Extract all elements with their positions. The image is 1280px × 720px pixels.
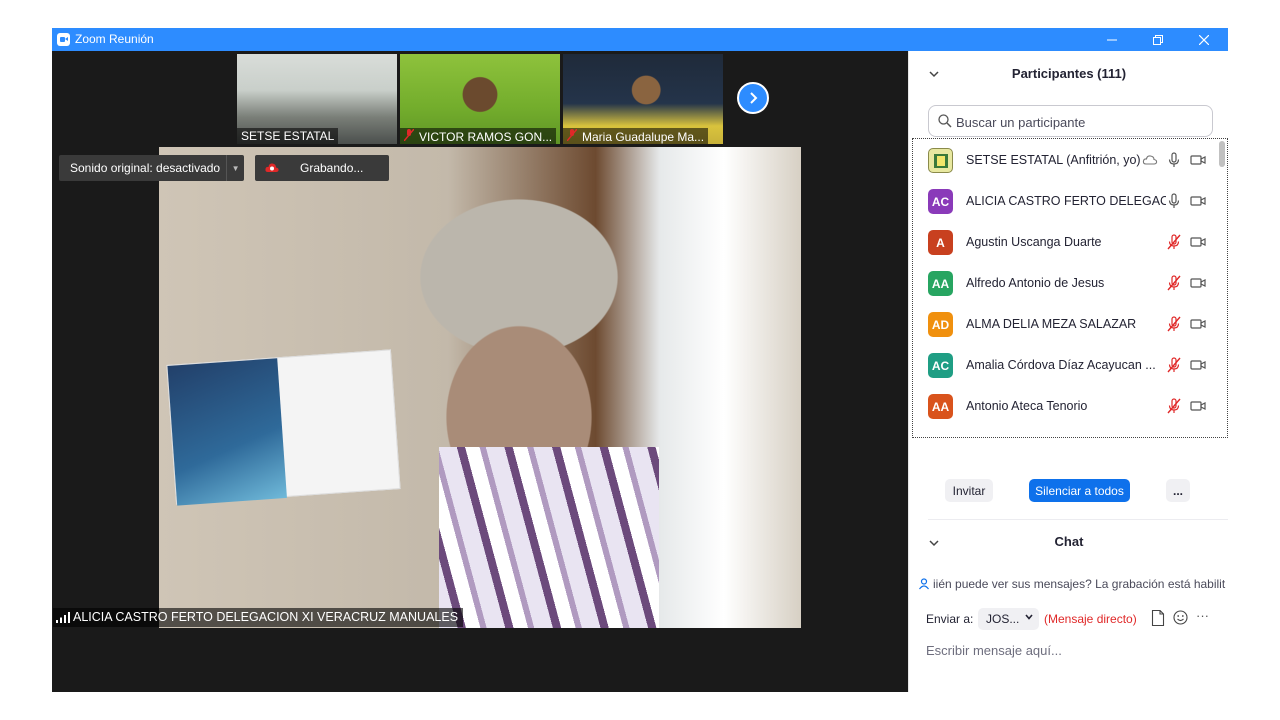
restore-button[interactable] [1135, 28, 1181, 51]
zoom-window: Zoom Reunión SETSE ESTATAL VICTOR RAMOS … [52, 28, 1228, 692]
participant-row[interactable]: AA Antonio Ateca Tenorio [913, 386, 1219, 427]
participant-row[interactable]: AD ALMA DELIA MEZA SALAZAR [913, 304, 1219, 345]
active-speaker-video[interactable] [159, 147, 801, 628]
participant-name: ALICIA CASTRO FERTO DELEGAC... [966, 194, 1166, 208]
emoji-icon[interactable] [1173, 610, 1188, 625]
avatar: AA [928, 271, 953, 296]
restore-icon [1153, 34, 1163, 45]
speaker-name-tag: ALICIA CASTRO FERTO DELEGACION XI VERACR… [53, 608, 464, 627]
file-icon[interactable] [1151, 610, 1165, 626]
participant-name: Amalia Córdova Díaz Acayucan ... [966, 358, 1156, 372]
original-sound-label: Sonido original: desactivado [70, 161, 221, 175]
search-input[interactable] [956, 112, 1206, 132]
participant-thumbnail[interactable]: VICTOR RAMOS GON... [400, 54, 560, 144]
participants-title: Participantes (111) [1011, 66, 1127, 81]
microphone-muted-icon[interactable] [1166, 275, 1182, 291]
video-detail [439, 447, 659, 628]
thumbnail-name: Maria Guadalupe Ma... [563, 128, 709, 144]
avatar: AD [928, 312, 953, 337]
microphone-muted-icon[interactable] [1166, 316, 1182, 332]
mute-all-button[interactable]: Silenciar a todos [1029, 479, 1130, 502]
chevron-right-icon [750, 92, 758, 104]
cloud-icon [1142, 152, 1158, 168]
zoom-app-icon [57, 33, 70, 46]
participant-row[interactable]: AC ALICIA CASTRO FERTO DELEGAC... [913, 181, 1219, 222]
avatar: AC [928, 189, 953, 214]
chat-privacy-notice[interactable]: iién puede ver sus mensajes? La grabació… [919, 577, 1229, 595]
more-options-button[interactable]: ... [1166, 479, 1190, 502]
camera-icon[interactable] [1190, 193, 1206, 209]
camera-icon[interactable] [1190, 357, 1206, 373]
recipient-value: JOS... [986, 612, 1020, 626]
participant-thumbnail[interactable]: SETSE ESTATAL [237, 54, 397, 144]
mic-muted-icon [566, 128, 578, 144]
chat-message-input[interactable] [926, 639, 1216, 661]
participant-name: Antonio Ateca Tenorio [966, 399, 1088, 413]
original-sound-toggle[interactable]: Sonido original: desactivado ▼ [59, 155, 245, 181]
participant-name: SETSE ESTATAL (Anfitrión, yo) [966, 153, 1141, 167]
chevron-down-icon [1025, 614, 1033, 620]
chat-privacy-text: iién puede ver sus mensajes? La grabació… [933, 577, 1226, 591]
participant-row[interactable]: AA Alfredo Antonio de Jesus [913, 263, 1219, 304]
participant-name: ALMA DELIA MEZA SALAZAR [966, 317, 1137, 331]
avatar [928, 148, 953, 173]
microphone-muted-icon[interactable] [1166, 357, 1182, 373]
microphone-icon[interactable] [1166, 152, 1182, 168]
side-panel: Participantes (111) SETSE ESTATAL (Anfit… [908, 51, 1228, 692]
send-to-label: Enviar a: [926, 612, 974, 626]
microphone-icon[interactable] [1166, 193, 1182, 209]
minimize-icon [1107, 39, 1117, 40]
minimize-button[interactable] [1089, 28, 1135, 51]
participant-list[interactable]: SETSE ESTATAL (Anfitrión, yo) AC ALICIA CA… [912, 138, 1228, 438]
microphone-muted-icon[interactable] [1166, 234, 1182, 250]
next-page-button[interactable] [737, 82, 769, 114]
more-chat-options-icon[interactable]: ··· [1196, 608, 1209, 623]
camera-icon[interactable] [1190, 398, 1206, 414]
id-card-image [166, 349, 401, 506]
cloud-recording-icon [265, 163, 279, 172]
participant-thumbnail[interactable]: Maria Guadalupe Ma... [563, 54, 723, 144]
thumbnail-name: VICTOR RAMOS GON... [400, 128, 557, 144]
participant-search[interactable] [928, 105, 1213, 137]
camera-icon[interactable] [1190, 316, 1206, 332]
camera-icon[interactable] [1190, 234, 1206, 250]
search-icon [938, 114, 952, 128]
window-title: Zoom Reunión [75, 32, 154, 46]
avatar: AC [928, 353, 953, 378]
microphone-muted-icon[interactable] [1166, 398, 1182, 414]
direct-message-label: (Mensaje directo) [1044, 612, 1137, 626]
close-button[interactable] [1181, 28, 1227, 51]
caret-down-icon[interactable]: ▼ [226, 155, 244, 181]
divider [928, 519, 1228, 520]
title-bar: Zoom Reunión [52, 28, 1228, 51]
person-icon [919, 578, 929, 590]
camera-icon[interactable] [1190, 275, 1206, 291]
mic-muted-icon [403, 128, 415, 144]
scrollbar[interactable] [1219, 141, 1225, 167]
send-to-row: Enviar a: JOS... (Mensaje directo) ··· [926, 607, 1226, 631]
participant-row[interactable]: AC Amalia Córdova Díaz Acayucan ... [913, 345, 1219, 386]
participant-row[interactable]: A Agustin Uscanga Duarte [913, 222, 1219, 263]
avatar: AA [928, 394, 953, 419]
camera-icon[interactable] [1190, 152, 1206, 168]
recording-indicator[interactable]: Grabando... [255, 155, 389, 181]
participant-name: Agustin Uscanga Duarte [966, 235, 1102, 249]
participant-name: Alfredo Antonio de Jesus [966, 276, 1105, 290]
connection-signal-icon [56, 612, 70, 623]
video-area: SETSE ESTATAL VICTOR RAMOS GON... Maria … [52, 51, 908, 692]
invite-button[interactable]: Invitar [945, 479, 993, 502]
recipient-select[interactable]: JOS... [978, 608, 1039, 630]
avatar: A [928, 230, 953, 255]
recording-label: Grabando... [300, 161, 364, 175]
speaker-name: ALICIA CASTRO FERTO DELEGACION XI VERACR… [73, 610, 459, 624]
participant-row[interactable]: SETSE ESTATAL (Anfitrión, yo) [913, 140, 1219, 181]
chat-title: Chat [1054, 534, 1084, 549]
close-icon [1199, 34, 1209, 45]
thumbnail-name: SETSE ESTATAL [237, 128, 339, 144]
